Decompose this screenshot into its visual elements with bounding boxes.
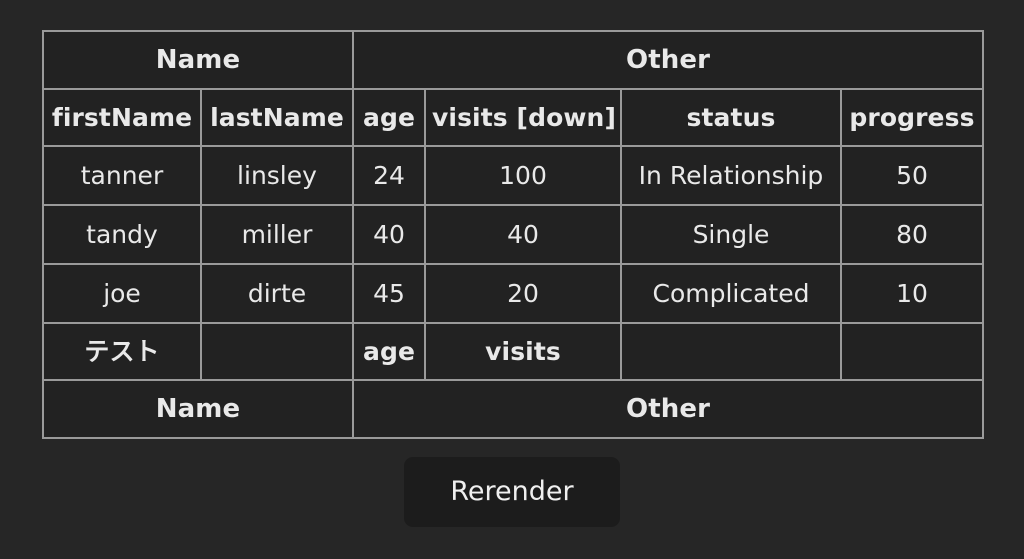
cell-progress: 80	[841, 205, 983, 264]
column-header-age[interactable]: age	[353, 89, 425, 146]
cell-firstname: tandy	[43, 205, 201, 264]
group-header-row: Name Other	[43, 31, 983, 89]
cell-firstname: joe	[43, 264, 201, 323]
cell-age: 40	[353, 205, 425, 264]
footer-cell-progress	[841, 323, 983, 380]
table-row[interactable]: tandy miller 40 40 Single 80	[43, 205, 983, 264]
cell-status: Single	[621, 205, 841, 264]
group-header-name[interactable]: Name	[43, 31, 353, 89]
button-bar: Rerender	[0, 457, 1024, 527]
footer-cell-age: age	[353, 323, 425, 380]
cell-firstname: tanner	[43, 146, 201, 205]
cell-lastname: linsley	[201, 146, 353, 205]
cell-progress: 10	[841, 264, 983, 323]
cell-status: In Relationship	[621, 146, 841, 205]
footer-group-name: Name	[43, 380, 353, 438]
cell-lastname: dirte	[201, 264, 353, 323]
cell-age: 45	[353, 264, 425, 323]
table-row[interactable]: tanner linsley 24 100 In Relationship 50	[43, 146, 983, 205]
cell-status: Complicated	[621, 264, 841, 323]
cell-visits: 20	[425, 264, 621, 323]
table-body: tanner linsley 24 100 In Relationship 50…	[43, 146, 983, 323]
column-header-progress[interactable]: progress	[841, 89, 983, 146]
footer-cell-firstname: テスト	[43, 323, 201, 380]
cell-visits: 100	[425, 146, 621, 205]
cell-age: 24	[353, 146, 425, 205]
cell-progress: 50	[841, 146, 983, 205]
table-foot: テスト age visits Name Other	[43, 323, 983, 438]
column-header-lastname[interactable]: lastName	[201, 89, 353, 146]
cell-lastname: miller	[201, 205, 353, 264]
footer-group-other: Other	[353, 380, 983, 438]
column-header-firstname[interactable]: firstName	[43, 89, 201, 146]
column-header-row: firstName lastName age visits [down] sta…	[43, 89, 983, 146]
page-root: Name Other firstName lastName age visits…	[0, 0, 1024, 559]
column-header-status[interactable]: status	[621, 89, 841, 146]
column-header-visits[interactable]: visits [down]	[425, 89, 621, 146]
group-header-other[interactable]: Other	[353, 31, 983, 89]
footer-cell-visits: visits	[425, 323, 621, 380]
footer-cell-status	[621, 323, 841, 380]
table-row[interactable]: joe dirte 45 20 Complicated 10	[43, 264, 983, 323]
table-head: Name Other firstName lastName age visits…	[43, 31, 983, 146]
table-container: Name Other firstName lastName age visits…	[42, 30, 984, 439]
footer-column-row: テスト age visits	[43, 323, 983, 380]
data-table: Name Other firstName lastName age visits…	[42, 30, 984, 439]
rerender-button[interactable]: Rerender	[404, 457, 620, 527]
cell-visits: 40	[425, 205, 621, 264]
footer-cell-lastname	[201, 323, 353, 380]
footer-group-row: Name Other	[43, 380, 983, 438]
